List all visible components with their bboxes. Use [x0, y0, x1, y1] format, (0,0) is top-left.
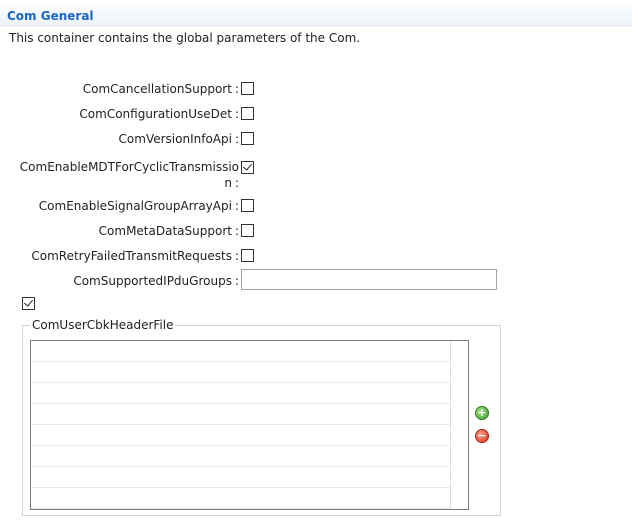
remove-button[interactable]: −: [475, 429, 489, 443]
group-legend: ComUserCbkHeaderFile: [30, 318, 176, 332]
param-label: ComCancellationSupport:: [82, 82, 239, 96]
param-row-meta-data-support: ComMetaDataSupport:: [0, 220, 632, 242]
meta-data-support-checkbox[interactable]: [241, 224, 254, 237]
cancellation-support-checkbox[interactable]: [241, 82, 254, 95]
plus-icon: +: [477, 406, 487, 419]
list-row[interactable]: [31, 341, 450, 362]
list-row[interactable]: [31, 404, 450, 425]
param-label: ComVersionInfoApi:: [118, 132, 239, 146]
param-label: ComEnableSignalGroupArrayApi:: [38, 199, 239, 213]
signal-group-array-api-checkbox[interactable]: [241, 199, 254, 212]
section-header[interactable]: Com General: [0, 0, 632, 26]
param-label: ComMetaDataSupport:: [98, 224, 239, 238]
param-row-supported-ipdu-groups: ComSupportedIPduGroups:: [0, 269, 632, 291]
list-row[interactable]: [31, 446, 450, 467]
param-row-enable-mdt-cyclic: ComEnableMDTForCyclicTransmissio n:: [0, 160, 632, 190]
retry-failed-transmit-checkbox[interactable]: [241, 249, 254, 262]
configuration-use-det-checkbox[interactable]: [241, 107, 254, 120]
list-row[interactable]: [31, 383, 450, 404]
param-row-cancellation-support: ComCancellationSupport:: [0, 78, 632, 100]
param-label: ComConfigurationUseDet:: [79, 107, 239, 121]
param-row-signal-group-array-api: ComEnableSignalGroupArrayApi:: [0, 195, 632, 217]
list-row[interactable]: [31, 467, 450, 488]
param-row-version-info-api: ComVersionInfoApi:: [0, 128, 632, 150]
enable-mdt-cyclic-checkbox[interactable]: [241, 161, 254, 174]
add-button[interactable]: +: [475, 406, 489, 420]
list-row[interactable]: [31, 362, 450, 383]
header-file-list[interactable]: [30, 340, 469, 510]
list-row[interactable]: [31, 488, 450, 509]
minus-icon: −: [477, 429, 487, 442]
version-info-api-checkbox[interactable]: [241, 132, 254, 145]
section-description: This container contains the global param…: [9, 31, 361, 45]
param-label: ComRetryFailedTransmitRequests:: [31, 249, 239, 263]
section-title: Com General: [7, 9, 94, 23]
column-divider: [450, 341, 451, 509]
supported-ipdu-groups-input[interactable]: [241, 269, 497, 290]
list-row[interactable]: [31, 425, 450, 446]
param-row-retry-failed-transmit: ComRetryFailedTransmitRequests:: [0, 245, 632, 267]
user-cbk-header-file-enable-checkbox[interactable]: [22, 297, 35, 310]
param-label: ComSupportedIPduGroups:: [73, 274, 239, 288]
param-label: ComEnableMDTForCyclicTransmissio n:: [19, 160, 239, 190]
param-row-configuration-use-det: ComConfigurationUseDet:: [0, 103, 632, 125]
